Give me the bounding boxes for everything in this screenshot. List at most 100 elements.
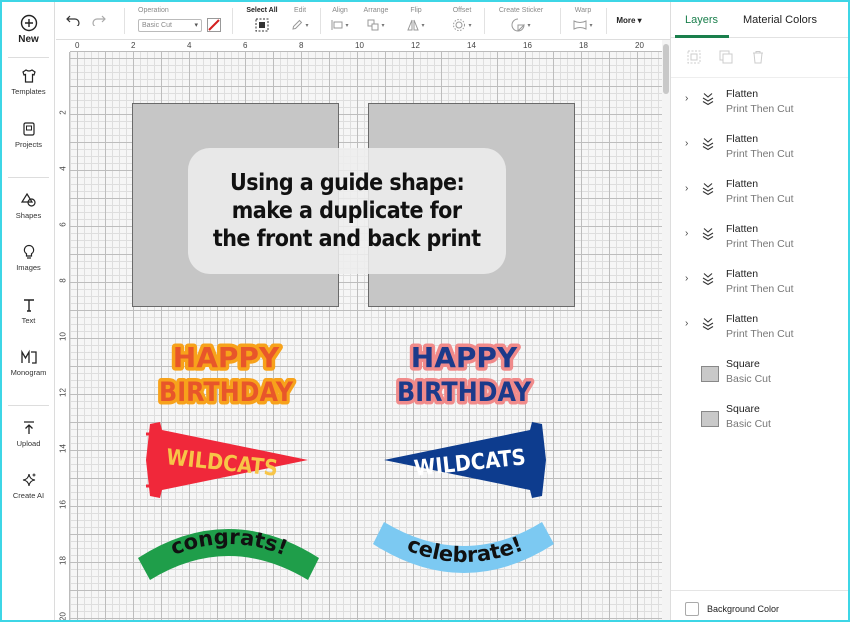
sidebar-item-upload[interactable]: Upload [2,420,55,448]
sidebar-item-templates[interactable]: Templates [2,68,55,96]
background-color-checkbox[interactable] [685,602,699,616]
redo-icon[interactable] [92,14,106,26]
layer-operation: Print Then Cut [726,283,794,295]
new-button[interactable]: New [2,14,55,45]
align-label: Align [332,7,348,14]
congrats-banner[interactable]: congrats! [136,514,321,584]
align-button[interactable]: Align ▾ [326,7,354,32]
shirt-icon [21,69,36,83]
ruler-left-label: 2 [58,110,68,115]
sidebar-item-shapes[interactable]: Shapes [2,192,55,220]
shape-swatch [701,366,719,382]
chevron-right-icon[interactable]: › [685,228,688,239]
callout-line: the front and back print [213,226,481,252]
flatten-icon [702,138,714,151]
trash-icon[interactable] [751,50,765,64]
layer-row[interactable]: Square Basic Cut [671,350,848,395]
shape-swatch [701,411,719,427]
happy-birthday-design-right[interactable]: HAPPY HAPPY BIRTHDAY BIRTHDAY [390,337,540,410]
toolbar-divider [560,8,561,34]
sidebar-item-label: Text [21,316,36,325]
ruler-left: 2 4 6 8 10 12 14 16 18 20 [56,52,70,620]
sidebar-item-label: Projects [14,140,43,149]
tab-layers[interactable]: Layers [685,14,718,26]
ruler-corner [56,40,70,52]
scrollbar-thumb[interactable] [663,44,669,94]
happy-text: HAPPY [411,341,518,374]
toolbar-divider [484,8,485,34]
layer-row[interactable]: Square Basic Cut [671,395,848,440]
ruler-left-label: 16 [58,500,68,509]
ruler-left-label: 14 [58,444,68,453]
background-color-row[interactable]: Background Color [671,590,848,620]
align-icon [331,20,343,30]
pencil-icon [292,19,303,30]
sidebar-item-projects[interactable]: Projects [2,121,55,149]
flatten-icon [702,93,714,106]
panel-tabs: Layers Material Colors [671,2,848,38]
layer-operation: Print Then Cut [726,148,794,160]
layer-row[interactable]: › Flatten Print Then Cut [671,125,848,170]
layer-row[interactable]: › Flatten Print Then Cut [671,305,848,350]
duplicate-icon[interactable] [719,50,733,64]
ruler-top-label: 14 [467,41,476,50]
edit-button[interactable]: Edit ▾ [288,7,312,32]
layer-name: Square [726,358,760,370]
chevron-down-icon: ▾ [305,22,309,29]
flip-button[interactable]: Flip ▾ [402,7,430,32]
chevron-right-icon[interactable]: › [685,318,688,329]
celebrate-banner[interactable]: celebrate! [372,518,557,588]
layer-row[interactable]: › Flatten Print Then Cut [671,80,848,125]
sidebar-item-monogram[interactable]: Monogram [2,349,55,377]
chevron-right-icon[interactable]: › [685,93,688,104]
toolbar-divider [124,8,125,34]
sidebar-item-create-ai[interactable]: Create AI [2,472,55,500]
background-color-label: Background Color [707,604,780,614]
select-all-button[interactable]: Select All [243,7,281,32]
layer-operation: Print Then Cut [726,238,794,250]
layer-row[interactable]: › Flatten Print Then Cut [671,215,848,260]
chevron-right-icon[interactable]: › [685,138,688,149]
design-space-window: New Templates Projects Shapes Images Tex… [2,2,848,620]
group-icon[interactable] [687,50,701,64]
chevron-right-icon[interactable]: › [685,273,688,284]
ruler-left-label: 12 [58,388,68,397]
layer-row[interactable]: › Flatten Print Then Cut [671,260,848,305]
happy-birthday-design-left[interactable]: HAPPY HAPPY BIRTHDAY BIRTHDAY [152,337,302,410]
layer-operation: Print Then Cut [726,328,794,340]
ruler-left-label: 10 [58,332,68,341]
chevron-down-icon: ▾ [345,22,349,29]
ruler-left-label: 18 [58,556,68,565]
select-all-label: Select All [246,7,278,14]
operation-select[interactable]: Basic Cut [138,18,202,32]
flatten-icon [702,318,714,331]
flip-label: Flip [410,7,422,14]
color-swatch-icon[interactable] [207,18,221,32]
layer-row[interactable]: › Flatten Print Then Cut [671,170,848,215]
sidebar-item-images[interactable]: Images [2,244,55,272]
warp-button[interactable]: Warp ▾ [566,7,600,32]
arrange-button[interactable]: Arrange ▾ [358,7,394,32]
layer-name: Flatten [726,178,759,190]
new-label: New [18,34,39,45]
ruler-top-label: 6 [243,41,248,50]
layers-panel: Layers Material Colors › Flatten Print The… [670,2,848,620]
chevron-right-icon[interactable]: › [685,183,688,194]
wildcats-pennant-left[interactable]: WILDCATS [142,420,312,500]
sidebar-item-text[interactable]: Text [2,297,55,325]
edit-label: Edit [293,7,307,14]
projects-icon [22,122,35,136]
more-button[interactable]: More ▾ [612,16,646,25]
tab-material-colors[interactable]: Material Colors [743,14,817,26]
undo-icon[interactable] [66,14,80,26]
sidebar-item-label: Monogram [10,368,47,377]
design-canvas[interactable]: Using a guide shape: make a duplicate fo… [70,52,662,620]
birthday-text: BIRTHDAY [159,377,293,408]
wildcats-pennant-right[interactable]: WILDCATS [380,420,550,500]
birthday-text: BIRTHDAY [397,377,531,408]
create-sticker-button[interactable]: Create Sticker ▾ [492,7,550,32]
canvas-scrollbar[interactable] [662,40,670,620]
shapes-icon [20,192,36,207]
chevron-down-icon: ▾ [468,22,472,29]
offset-button[interactable]: Offset ▾ [448,7,476,32]
